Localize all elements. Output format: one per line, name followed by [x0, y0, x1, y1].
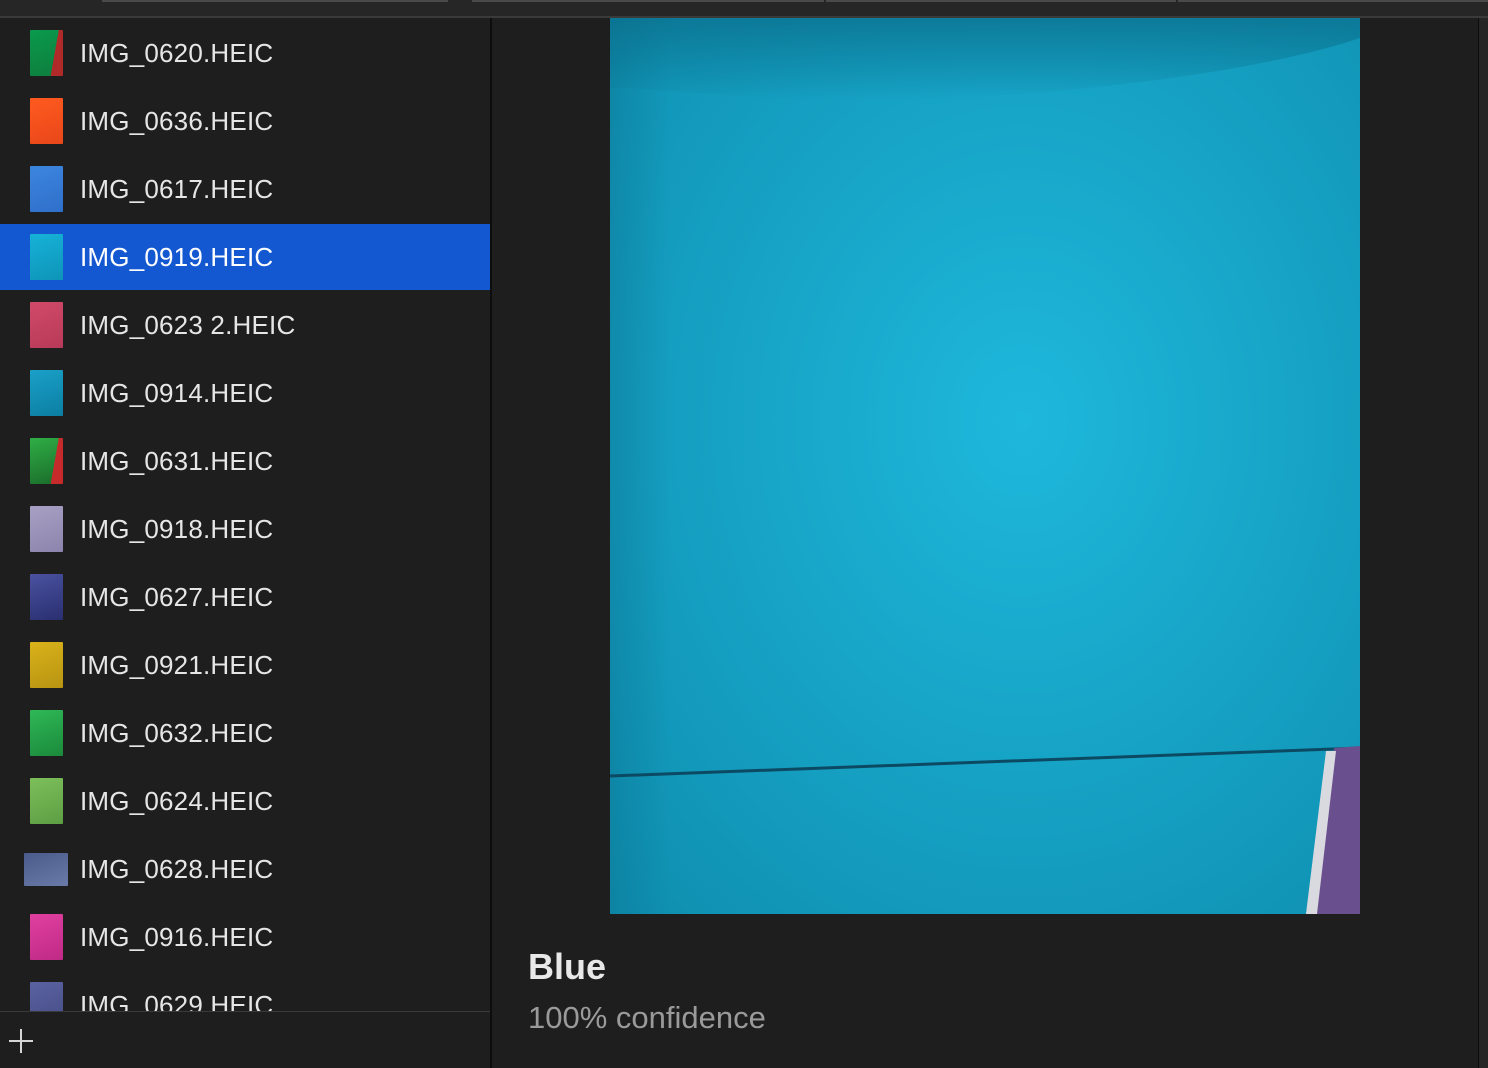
add-icon[interactable]	[8, 1028, 34, 1054]
file-list-item[interactable]: IMG_0919.HEIC	[0, 224, 490, 290]
file-list-item[interactable]: IMG_0916.HEIC	[0, 904, 490, 970]
file-list-item[interactable]: IMG_0620.HEIC	[0, 20, 490, 86]
file-name: IMG_0628.HEIC	[80, 853, 274, 884]
image-thumbnail	[29, 778, 63, 824]
thumbnail-container	[23, 846, 69, 892]
file-name: IMG_0632.HEIC	[80, 717, 274, 748]
thumbnail-container	[23, 914, 69, 960]
file-name: IMG_0921.HEIC	[80, 649, 274, 680]
image-thumbnail	[29, 166, 63, 212]
file-list-item[interactable]: IMG_0617.HEIC	[0, 156, 490, 222]
sidebar-footer	[0, 1011, 490, 1068]
classification-label: Blue	[528, 946, 607, 987]
file-name: IMG_0617.HEIC	[80, 173, 274, 204]
image-thumbnail	[29, 982, 63, 1011]
app-window: IMG_0620.HEIC IMG_0636.HEIC IMG_0617.HEIC I…	[0, 0, 1488, 1068]
image-thumbnail	[29, 234, 63, 280]
image-thumbnail	[29, 574, 63, 620]
file-list-item[interactable]: IMG_0623 2.HEIC	[0, 292, 490, 358]
image-thumbnail	[24, 852, 68, 886]
image-thumbnail	[29, 302, 63, 348]
file-list-item[interactable]: IMG_0636.HEIC	[0, 88, 490, 154]
file-name: IMG_0919.HEIC	[80, 241, 274, 272]
file-list-item[interactable]: IMG_0632.HEIC	[0, 700, 490, 766]
thumbnail-container	[23, 642, 69, 688]
image-thumbnail	[29, 914, 63, 960]
file-list-item[interactable]: IMG_0918.HEIC	[0, 496, 490, 562]
thumbnail-container	[23, 370, 69, 416]
image-thumbnail	[29, 506, 63, 552]
image-thumbnail	[29, 438, 63, 484]
file-name: IMG_0914.HEIC	[80, 377, 274, 408]
image-thumbnail	[29, 98, 63, 144]
file-name: IMG_0636.HEIC	[80, 105, 274, 136]
preview-image	[610, 18, 1360, 914]
file-list-item[interactable]: IMG_0631.HEIC	[0, 428, 490, 494]
image-thumbnail	[29, 370, 63, 416]
file-name: IMG_0918.HEIC	[80, 513, 274, 544]
image-thumbnail	[29, 642, 63, 688]
thumbnail-container	[23, 234, 69, 280]
file-name: IMG_0916.HEIC	[80, 921, 274, 952]
thumbnail-container	[23, 506, 69, 552]
file-list-item[interactable]: IMG_0624.HEIC	[0, 768, 490, 834]
confidence-text: 100% confidence	[528, 1000, 766, 1035]
image-thumbnail	[29, 710, 63, 756]
file-list-item[interactable]: IMG_0914.HEIC	[0, 360, 490, 426]
thumbnail-container	[23, 982, 69, 1011]
sidebar: IMG_0620.HEIC IMG_0636.HEIC IMG_0617.HEIC I…	[0, 18, 492, 1068]
image-thumbnail	[29, 30, 63, 76]
file-list-item[interactable]: IMG_0627.HEIC	[0, 564, 490, 630]
thumbnail-container	[23, 166, 69, 212]
file-list: IMG_0620.HEIC IMG_0636.HEIC IMG_0617.HEIC I…	[0, 18, 490, 1011]
image-preview	[610, 18, 1360, 914]
thumbnail-container	[23, 98, 69, 144]
file-list-item[interactable]: IMG_0921.HEIC	[0, 632, 490, 698]
thumbnail-container	[23, 574, 69, 620]
file-name: IMG_0623 2.HEIC	[80, 309, 296, 340]
file-name: IMG_0631.HEIC	[80, 445, 274, 476]
thumbnail-container	[23, 302, 69, 348]
file-list-item[interactable]: IMG_0629.HEIC	[0, 972, 490, 1011]
thumbnail-container	[23, 438, 69, 484]
file-name: IMG_0629.HEIC	[80, 989, 274, 1012]
tab-strip	[0, 0, 1488, 18]
file-list-item[interactable]: IMG_0628.HEIC	[0, 836, 490, 902]
right-edge	[1478, 18, 1488, 1068]
file-name: IMG_0627.HEIC	[80, 581, 274, 612]
file-name: IMG_0624.HEIC	[80, 785, 274, 816]
thumbnail-container	[23, 778, 69, 824]
detail-pane: Blue 100% confidence	[492, 18, 1478, 1068]
file-name: IMG_0620.HEIC	[80, 37, 274, 68]
thumbnail-container	[23, 30, 69, 76]
thumbnail-container	[23, 710, 69, 756]
